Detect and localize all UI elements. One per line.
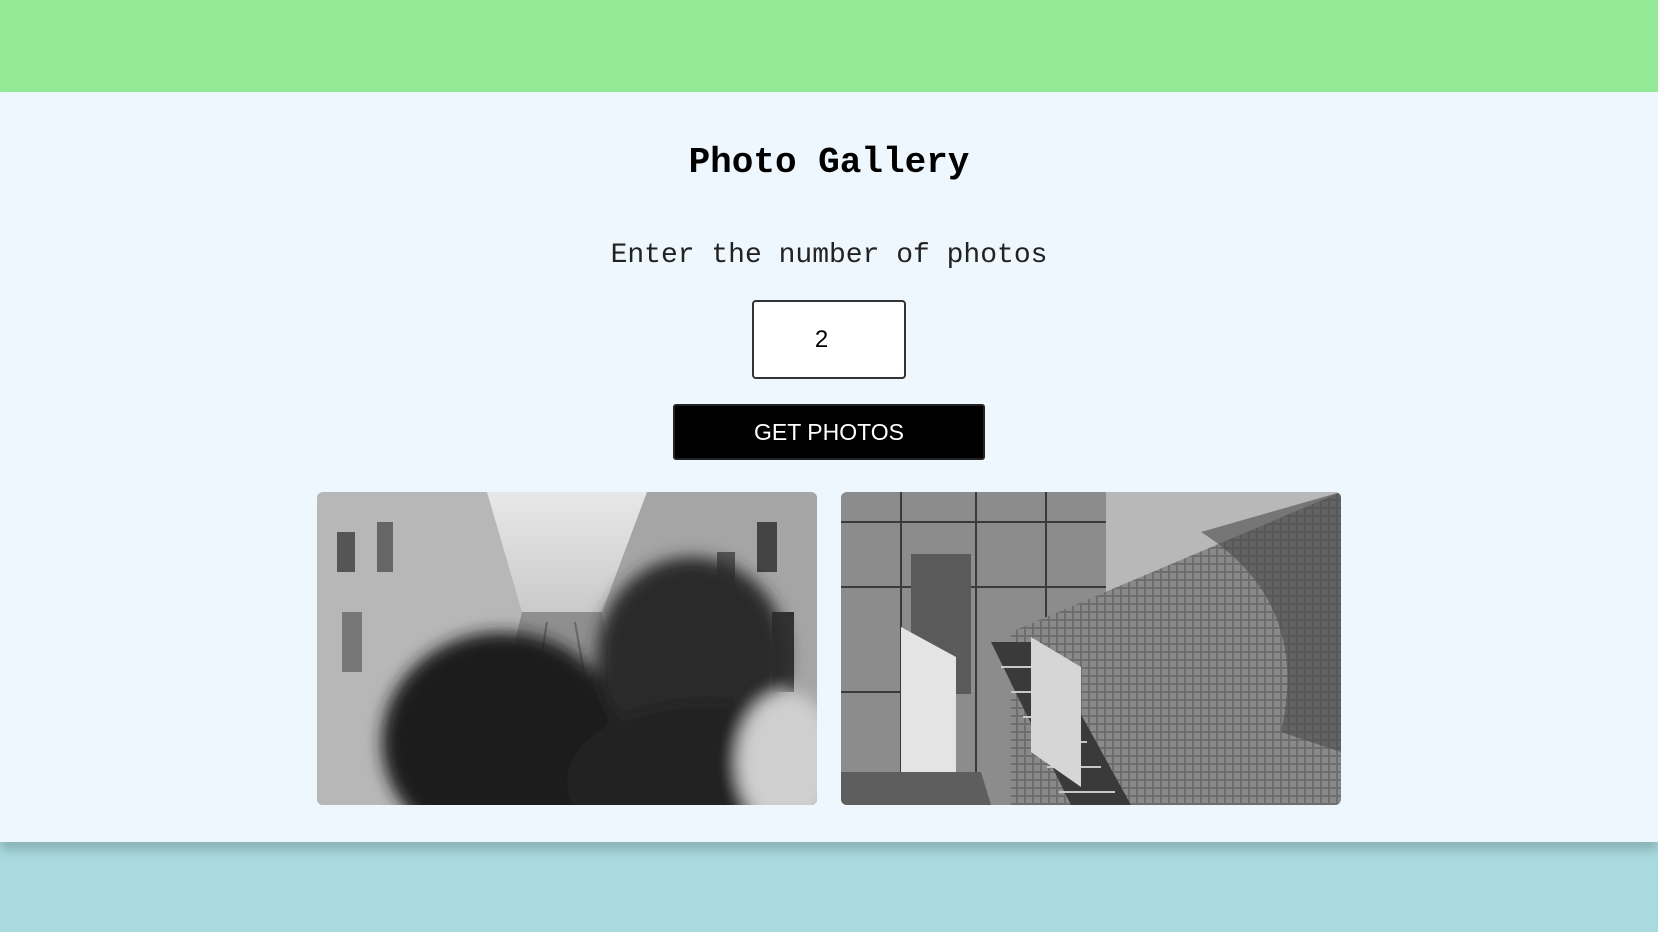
- get-photos-button[interactable]: GET PHOTOS: [673, 404, 985, 460]
- photo-count-prompt: Enter the number of photos: [610, 240, 1048, 271]
- gallery-panel: Photo Gallery Enter the number of photos…: [0, 92, 1658, 842]
- gallery-photo-1: [317, 492, 817, 805]
- page-title: Photo Gallery: [688, 142, 970, 183]
- top-banner: [0, 0, 1658, 92]
- photo-count-input[interactable]: [752, 300, 906, 379]
- gallery-photo-2: [841, 492, 1341, 805]
